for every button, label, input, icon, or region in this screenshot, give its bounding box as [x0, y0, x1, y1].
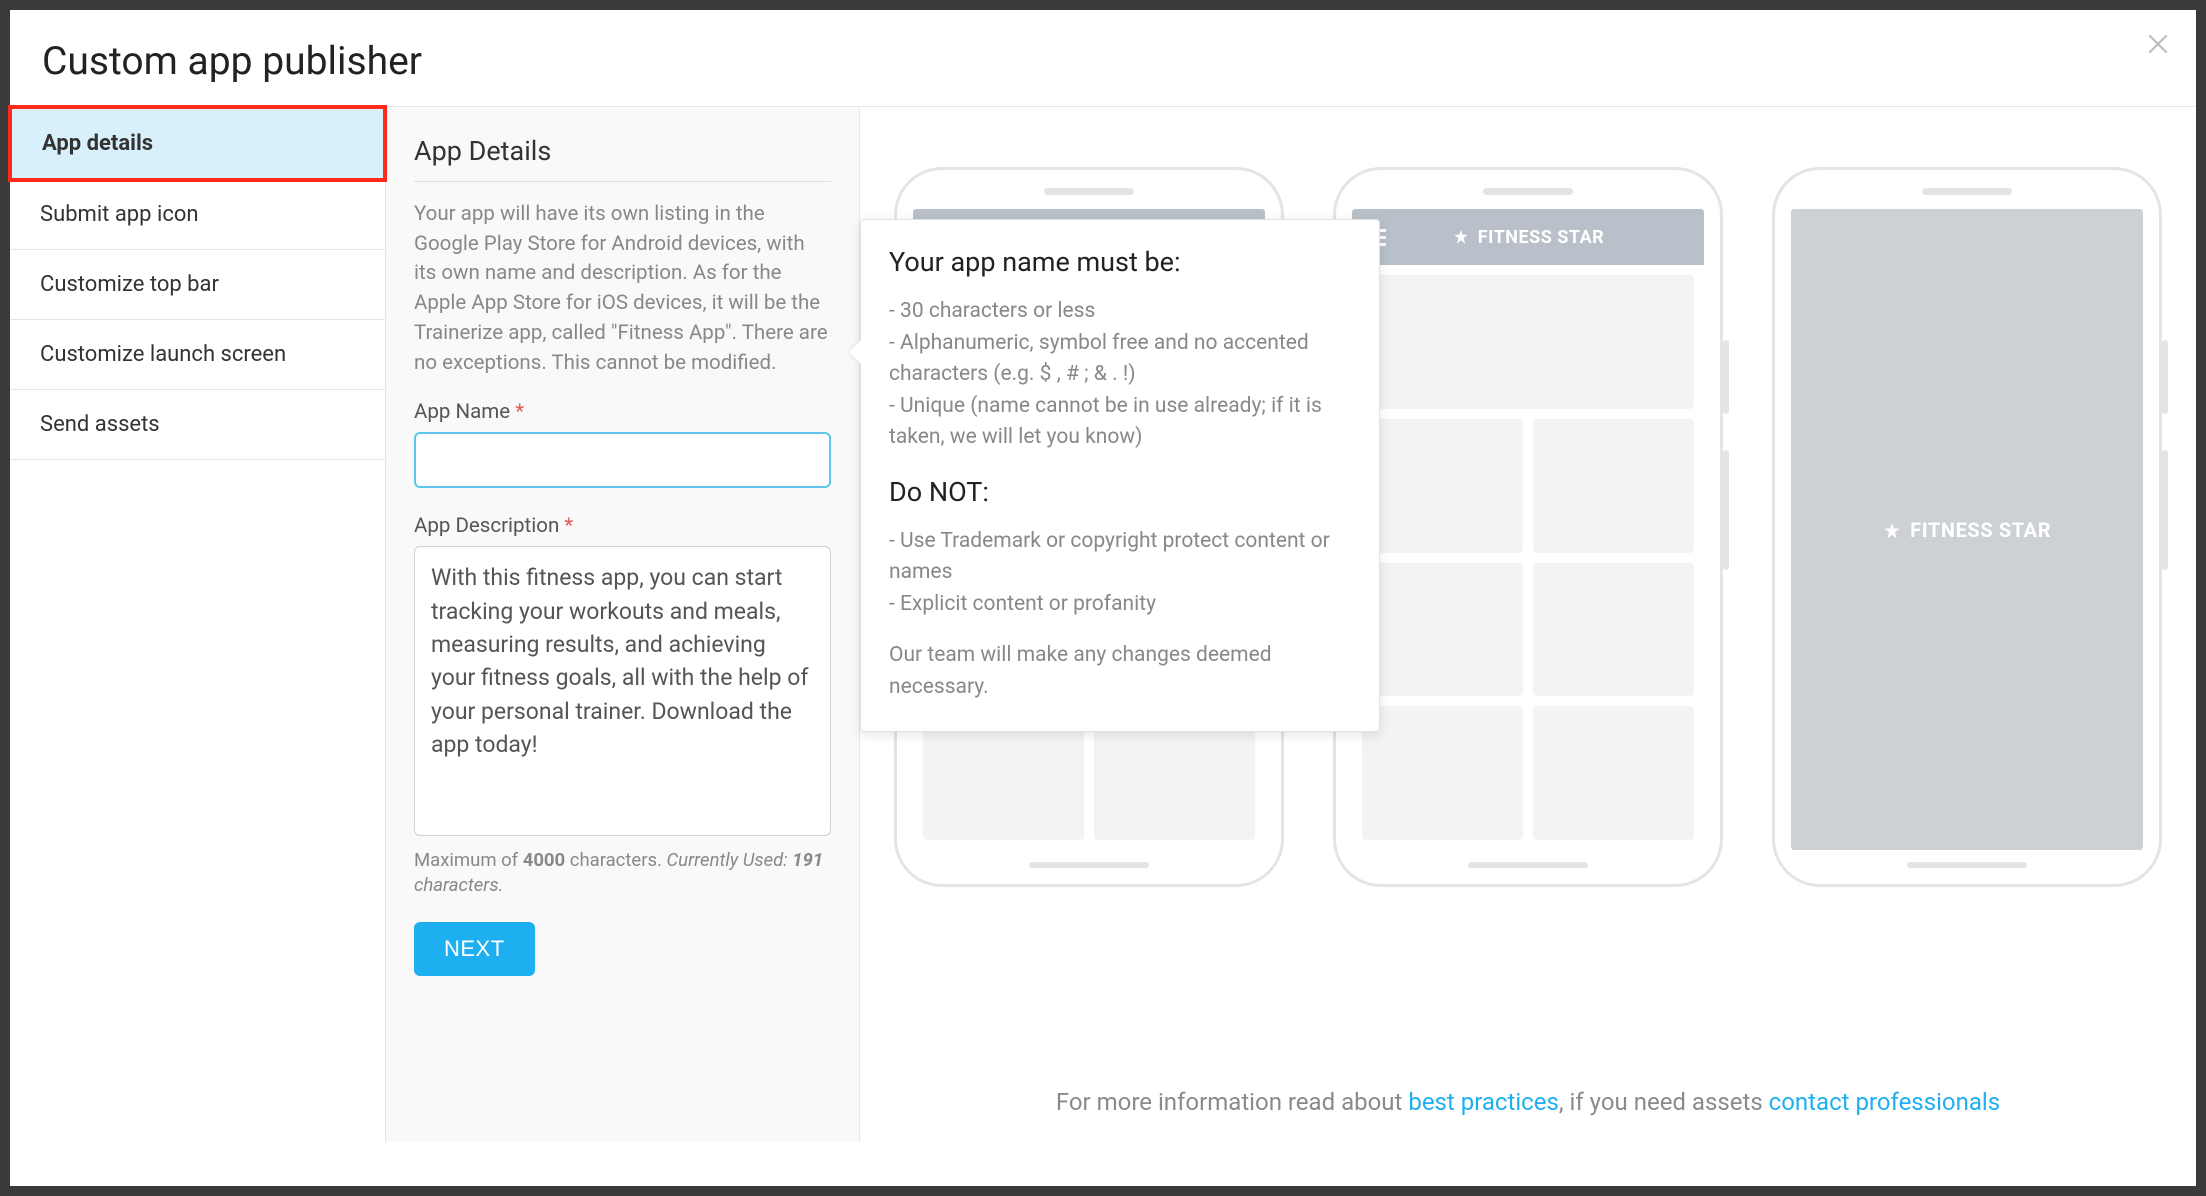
app-name-label: App Name *	[414, 400, 831, 424]
char-count-note: Maximum of 4000 characters. Currently Us…	[414, 848, 831, 898]
popover-heading-1: Your app name must be:	[889, 246, 1351, 278]
app-description-label: App Description *	[414, 514, 831, 538]
required-asterisk: *	[564, 514, 573, 538]
phone-speaker	[1922, 188, 2012, 195]
preview-grid	[1352, 265, 1704, 850]
next-button[interactable]: NEXT	[414, 922, 535, 976]
app-header-bar: FITNESS STAR	[1352, 209, 1704, 265]
phone-side-button	[2162, 450, 2168, 570]
phone-side-button	[1723, 450, 1729, 570]
popover-heading-2: Do NOT:	[889, 476, 1351, 508]
app-name-label-text: App Name	[414, 400, 510, 424]
best-practices-link[interactable]: best practices	[1408, 1088, 1559, 1116]
grid-cell	[1533, 706, 1694, 840]
splash-screen: FITNESS STAR	[1791, 209, 2143, 850]
page-title: Custom app publisher	[10, 10, 2196, 106]
sidebar-item-customize-top-bar[interactable]: Customize top bar	[10, 250, 385, 320]
contact-professionals-link[interactable]: contact professionals	[1769, 1088, 2000, 1116]
form-heading: App Details	[414, 135, 831, 182]
footer-info-line: For more information read about best pra…	[860, 1088, 2196, 1116]
grid-cell	[1533, 563, 1694, 697]
form-panel: App Details Your app will have its own l…	[386, 107, 860, 1142]
phone-home-bar	[1468, 862, 1588, 868]
content-row: App details Submit app icon Customize to…	[10, 106, 2196, 1142]
brand-label: FITNESS STAR	[1478, 227, 1604, 248]
phone-side-button	[1723, 340, 1729, 414]
star-icon	[1452, 228, 1470, 246]
phone-home-bar	[1029, 862, 1149, 868]
sidebar-item-app-details[interactable]: App details	[8, 105, 387, 182]
grid-cell	[1362, 706, 1523, 840]
popover-footnote: Our team will make any changes deemed ne…	[889, 640, 1351, 703]
phone-side-button	[2162, 340, 2168, 414]
phone-screen: FITNESS STAR	[1791, 209, 2143, 850]
app-name-input[interactable]	[414, 432, 831, 488]
phone-screen: FITNESS STAR	[1352, 209, 1704, 850]
phone-home-bar	[1907, 862, 2027, 868]
modal-frame: Custom app publisher App details Submit …	[0, 0, 2206, 1196]
popover-dont: - Use Trademark or copyright protect con…	[889, 526, 1351, 589]
grid-cell	[1533, 419, 1694, 553]
sidebar-item-submit-app-icon[interactable]: Submit app icon	[10, 180, 385, 250]
grid-cell	[1362, 275, 1694, 409]
close-icon[interactable]	[2142, 28, 2174, 60]
grid-cell	[1362, 563, 1523, 697]
required-asterisk: *	[515, 400, 524, 424]
phone-speaker	[1483, 188, 1573, 195]
star-icon	[1882, 521, 1900, 539]
phone-mock-3: FITNESS STAR	[1772, 167, 2162, 887]
popover-rule: - 30 characters or less	[889, 296, 1351, 328]
brand-label: FITNESS STAR	[1910, 518, 2051, 542]
phone-mock-2: FITNESS STAR	[1333, 167, 1723, 887]
form-intro-text: Your app will have its own listing in th…	[414, 200, 831, 378]
sidebar-item-send-assets[interactable]: Send assets	[10, 390, 385, 460]
popover-dont: - Explicit content or profanity	[889, 589, 1351, 621]
preview-panel: FITNESS STAR	[860, 107, 2196, 1142]
grid-cell	[1362, 419, 1523, 553]
phone-speaker	[1044, 188, 1134, 195]
app-description-label-text: App Description	[414, 514, 559, 538]
app-name-rules-popover: Your app name must be: - 30 characters o…	[860, 219, 1380, 732]
wizard-sidebar: App details Submit app icon Customize to…	[10, 107, 386, 1142]
popover-rule: - Alphanumeric, symbol free and no accen…	[889, 328, 1351, 391]
popover-rule: - Unique (name cannot be in use already;…	[889, 391, 1351, 454]
app-description-textarea[interactable]	[414, 546, 831, 836]
sidebar-item-customize-launch-screen[interactable]: Customize launch screen	[10, 320, 385, 390]
